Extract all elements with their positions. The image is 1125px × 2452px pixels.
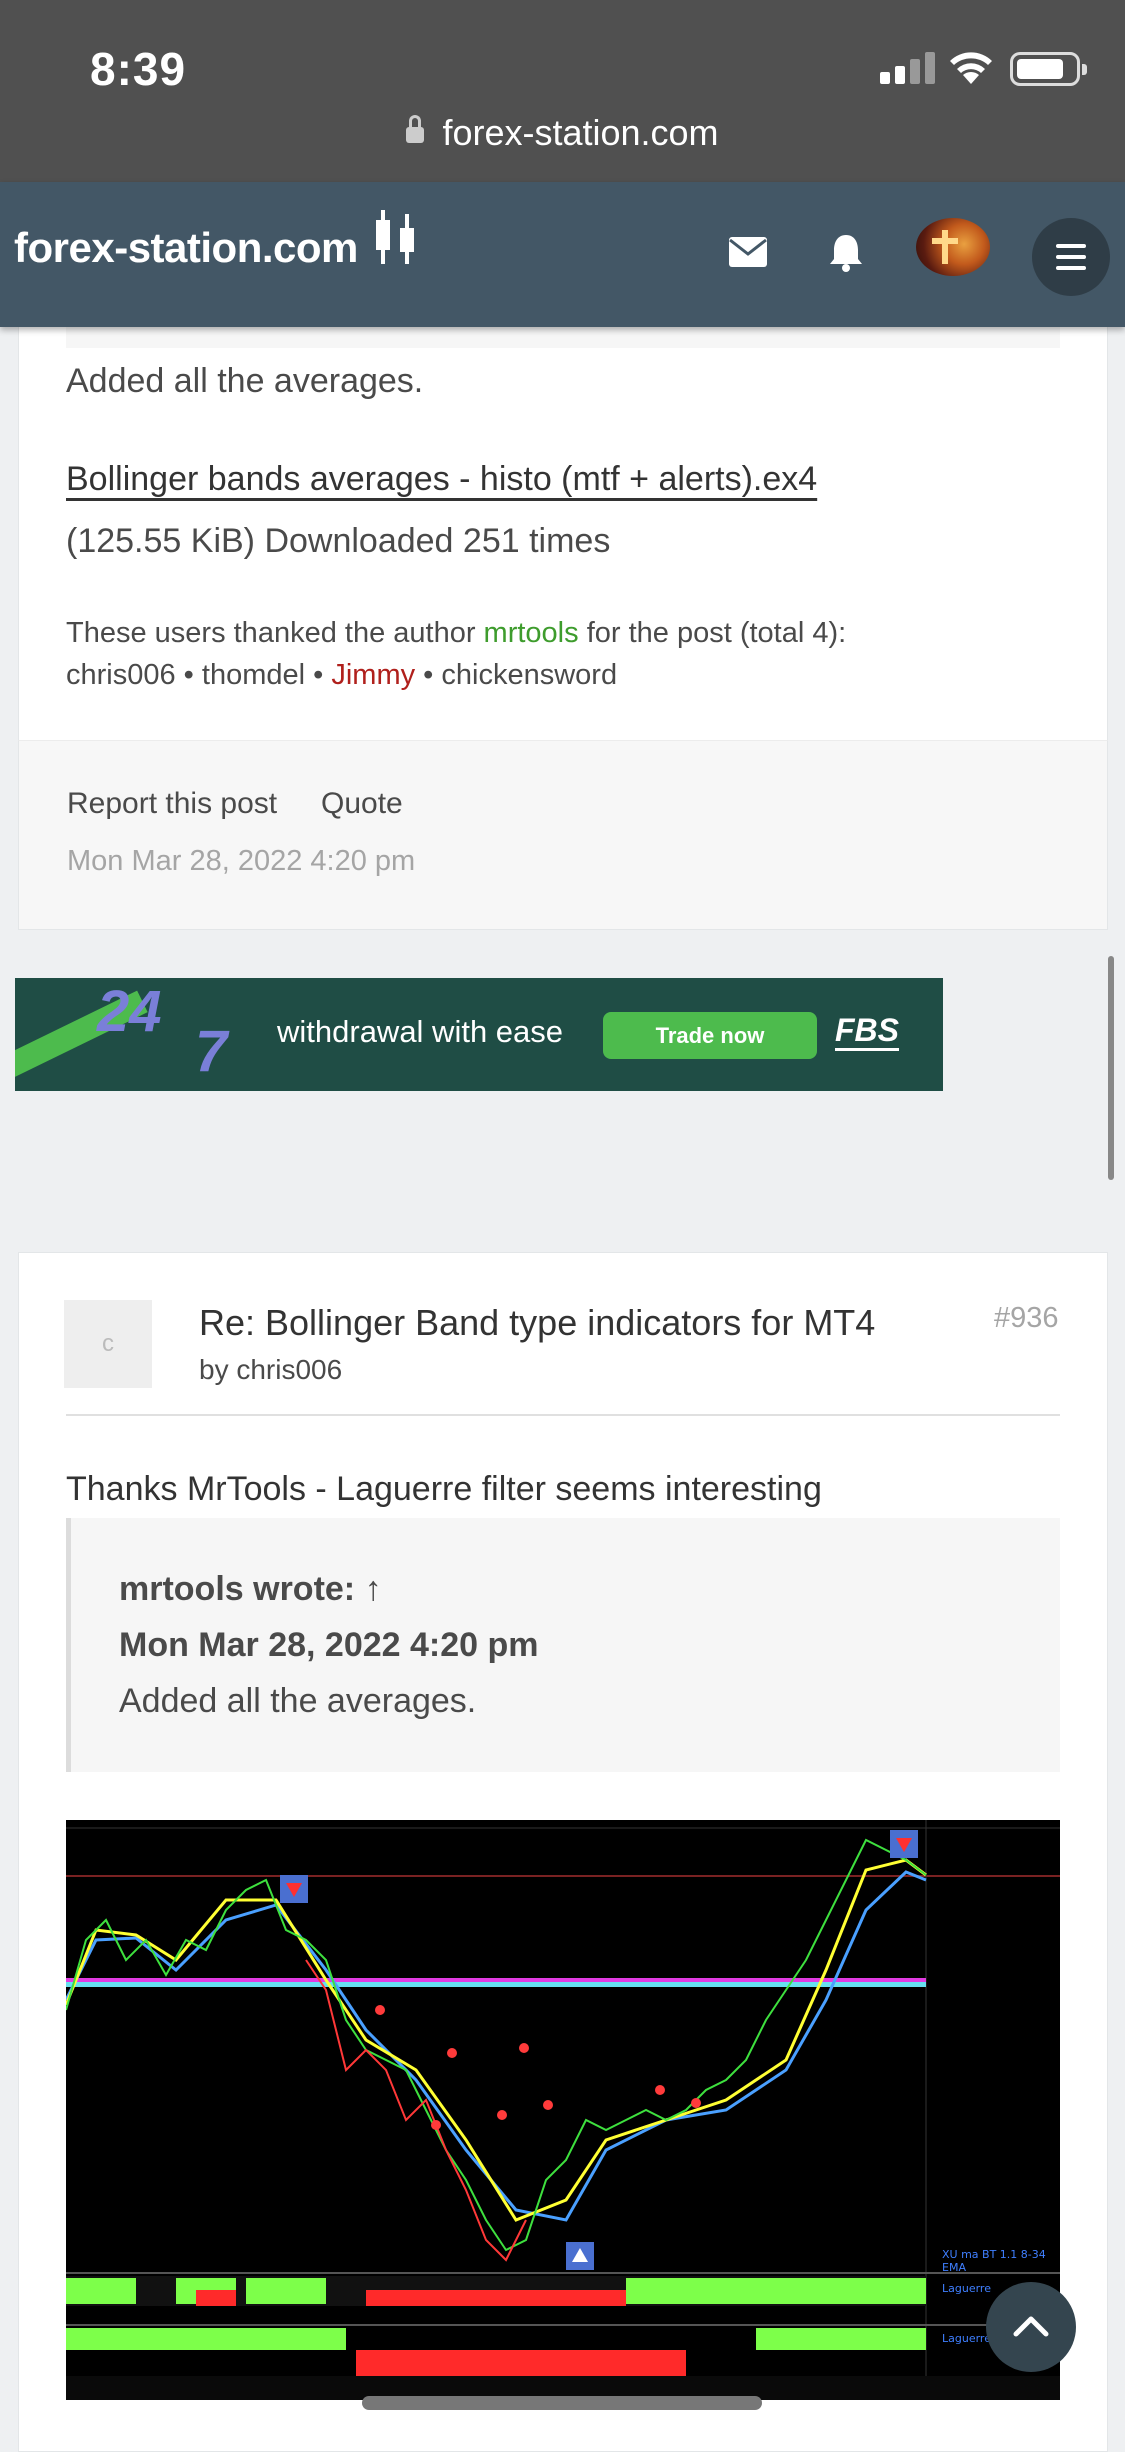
lock-icon — [406, 115, 425, 144]
thanks-list: These users thanked the author mrtools f… — [66, 617, 847, 691]
quote-text: Added all the averages. — [119, 1682, 477, 1720]
vertical-scrollbar[interactable] — [1108, 956, 1114, 1180]
horizontal-scrollbar[interactable] — [362, 2396, 762, 2410]
ios-status-bar: 8:39 forex-station.com — [0, 0, 1125, 182]
attachment-meta: (125.55 KiB) Downloaded 251 times — [66, 522, 611, 560]
post-title[interactable]: Re: Bollinger Band type indicators for M… — [199, 1302, 875, 1344]
thanked-user[interactable]: chris006 — [66, 659, 176, 691]
post-number[interactable]: #936 — [994, 1302, 1059, 1335]
indicator-label: Laguerre — [942, 2282, 991, 2295]
thanked-user[interactable]: thomdel — [202, 659, 305, 691]
site-navbar: forex-station.com — [0, 182, 1125, 327]
fbs-logo: FBS — [835, 1012, 899, 1051]
post-author[interactable]: by chris006 — [199, 1354, 342, 1386]
url-bar[interactable]: forex-station.com — [0, 112, 1125, 154]
battery-icon — [1010, 52, 1087, 86]
cellular-signal-icon — [880, 52, 935, 84]
thanked-user[interactable]: Jimmy — [331, 659, 415, 691]
envelope-icon[interactable] — [728, 236, 768, 268]
banner-slogan: withdrawal with ease — [277, 1014, 564, 1049]
post-body-text: Added all the averages. — [66, 362, 424, 400]
banner-24: 24 — [97, 979, 162, 1044]
quote-link[interactable]: Quote — [321, 787, 403, 821]
attachment-link[interactable]: Bollinger bands averages - histo (mtf + … — [66, 460, 817, 499]
ad-banner[interactable]: 24 7 withdrawal with ease Trade now FBS — [15, 978, 943, 1091]
post-avatar[interactable]: c — [64, 1300, 152, 1388]
indicator-label: Laguerre — [942, 2332, 991, 2345]
site-logo[interactable]: forex-station.com — [14, 224, 358, 272]
bell-icon[interactable] — [826, 232, 866, 272]
user-avatar[interactable] — [916, 218, 990, 276]
wifi-icon — [950, 52, 992, 84]
thanks-prefix: These users thanked the author — [66, 617, 476, 649]
thanks-suffix: for the post (total 4): — [586, 617, 847, 649]
divider — [66, 1414, 1060, 1416]
url-text: forex-station.com — [442, 112, 719, 153]
author-link[interactable]: mrtools — [484, 617, 579, 649]
indicator-label: XU ma BT 1.1 8-34 EMA — [942, 2248, 1046, 2274]
candlestick-logo-icon — [376, 210, 414, 264]
thanked-user[interactable]: chickensword — [441, 659, 617, 691]
post-date: Mon Mar 28, 2022 4:20 pm — [67, 845, 416, 877]
clock: 8:39 — [90, 43, 187, 95]
trade-now-button[interactable]: Trade now — [603, 1012, 817, 1059]
report-post-link[interactable]: Report this post — [67, 787, 277, 821]
attached-chart-image[interactable]: XU ma BT 1.1 8-34 EMA Laguerre Laguerre — [66, 1820, 1060, 2400]
quote-block: mrtools wrote: ↑ Mon Mar 28, 2022 4:20 p… — [66, 1518, 1060, 1772]
back-to-top-button[interactable] — [986, 2282, 1076, 2372]
quote-date: Mon Mar 28, 2022 4:20 pm — [119, 1626, 539, 1664]
chevron-up-icon — [1013, 2316, 1049, 2337]
quote-author[interactable]: mrtools wrote: ↑ — [119, 1570, 382, 1609]
post-footer: Report this post Quote Mon Mar 28, 2022 … — [18, 740, 1108, 930]
post-body-text: Thanks MrTools - Laguerre filter seems i… — [66, 1470, 822, 1508]
quote-block-tail — [66, 326, 1060, 348]
banner-7: 7 — [195, 1019, 228, 1084]
hamburger-menu-button[interactable] — [1032, 218, 1110, 296]
